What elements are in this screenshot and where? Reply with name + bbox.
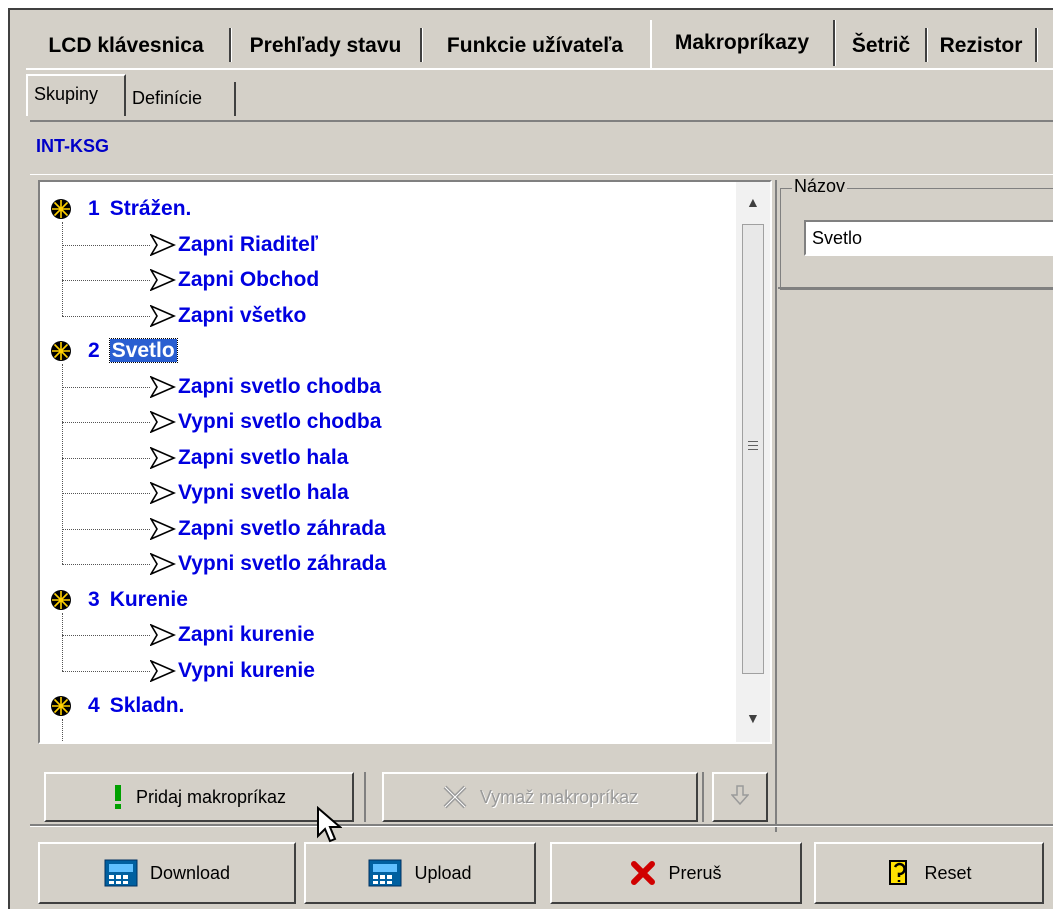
macro-arrow-icon — [149, 374, 177, 403]
red-x-icon — [630, 860, 656, 886]
sub-tabs: Skupiny Definície — [26, 74, 256, 118]
group-icon — [50, 589, 72, 616]
add-macro-label: Pridaj makropríkaz — [135, 786, 287, 807]
group-name: Svetlo — [108, 338, 178, 363]
delete-macro-button[interactable]: Vymaž makropríkaz — [382, 772, 698, 822]
tree-macro-item[interactable]: Vypni kurenie — [178, 656, 315, 686]
group-number: 2 — [88, 339, 100, 362]
macro-arrow-icon — [149, 303, 177, 332]
download-label: Download — [149, 862, 231, 883]
macro-arrow-icon — [149, 658, 177, 687]
tab-funkcie-uzivatela[interactable]: Funkcie užívateľa — [424, 24, 646, 66]
tree-macro-item[interactable]: Vypni svetlo hala — [178, 478, 349, 508]
tab-makroprikazy[interactable]: Makropríkazy — [654, 20, 830, 66]
macro-arrow-icon — [149, 623, 177, 651]
name-label: Názov — [792, 176, 848, 197]
reset-icon — [886, 858, 912, 888]
group-number: 1 — [88, 197, 100, 220]
tab-prehlady-stavu[interactable]: Prehľady stavu — [233, 24, 418, 66]
group-number: 3 — [88, 587, 100, 611]
tree-macro-item[interactable]: Zapni svetlo záhrada — [178, 514, 386, 544]
module-upload-icon — [368, 858, 402, 888]
scroll-thumb[interactable] — [742, 224, 764, 674]
tree-macro-item[interactable]: Zapni Obchod — [178, 265, 319, 295]
mouse-cursor-icon — [316, 805, 343, 851]
upload-label: Upload — [414, 862, 472, 883]
tab-definicie[interactable]: Definície — [132, 78, 202, 118]
macro-arrow-icon — [149, 268, 177, 296]
group-icon — [50, 198, 72, 225]
tree-content: 1 Strážen. Zapni Riaditeľ Zapni Obchod Zapni… — [40, 182, 734, 742]
module-download-icon — [104, 858, 138, 888]
reset-label: Reset — [924, 862, 972, 883]
upload-button[interactable]: Upload — [304, 842, 536, 904]
tab-lcd-klavesnica[interactable]: LCD klávesnica — [26, 24, 226, 66]
group-icon — [50, 695, 72, 722]
download-button[interactable]: Download — [38, 842, 296, 904]
delete-x-icon — [442, 785, 468, 809]
group-icon — [50, 340, 72, 367]
controller-banner: INT-KSG — [30, 120, 1053, 175]
macro-arrow-icon — [149, 481, 177, 509]
macro-arrow-icon — [149, 445, 177, 474]
reset-button[interactable]: Reset — [814, 842, 1044, 904]
add-macro-button[interactable]: Pridaj makropríkaz — [44, 772, 354, 822]
tree-scrollbar[interactable]: ▲ ▼ — [736, 182, 770, 742]
controller-name: INT-KSG — [36, 136, 110, 156]
tab-setric[interactable]: Šetrič — [839, 24, 923, 66]
macro-arrow-icon — [149, 410, 177, 438]
macro-arrow-icon — [149, 232, 177, 261]
down-arrow-icon — [730, 784, 750, 810]
app-window: LCD klávesnica Prehľady stavu Funkcie už… — [8, 8, 1053, 909]
tree-group-1[interactable]: 1 Strážen. — [88, 194, 191, 224]
name-panel: Názov — [778, 176, 1053, 290]
move-down-button[interactable] — [712, 772, 768, 822]
tree-macro-item[interactable]: Zapni Riaditeľ — [178, 230, 318, 260]
abort-label: Preruš — [668, 862, 722, 883]
tab-skupiny[interactable]: Skupiny — [34, 74, 98, 114]
delete-macro-label: Vymaž makropríkaz — [479, 786, 639, 807]
tree-macro-item[interactable]: Zapni svetlo hala — [178, 443, 348, 473]
name-field[interactable] — [804, 220, 1053, 256]
tree-macro-item[interactable]: Zapni svetlo chodba — [178, 372, 381, 402]
macro-arrow-icon — [149, 516, 177, 545]
group-name: Skladn. — [109, 694, 185, 717]
tree-group-3[interactable]: 3 Kurenie — [88, 585, 188, 615]
tree-macro-item[interactable]: Vypni svetlo chodba — [178, 407, 381, 437]
macro-tree[interactable]: 1 Strážen. Zapni Riaditeľ Zapni Obchod Zapni… — [38, 180, 772, 744]
tree-group-4[interactable]: 4 Skladn. — [88, 691, 184, 721]
abort-button[interactable]: Preruš — [550, 842, 802, 904]
group-name: Kurenie — [109, 587, 188, 611]
group-number: 4 — [88, 694, 100, 717]
tree-macro-item[interactable]: Vypni svetlo záhrada — [178, 549, 386, 579]
tree-macro-item[interactable]: Zapni kurenie — [178, 620, 315, 650]
tree-macro-item[interactable]: Zapni všetko — [178, 301, 306, 331]
exclamation-icon — [112, 784, 124, 810]
macro-arrow-icon — [149, 552, 177, 580]
tab-rezistor[interactable]: Rezistor — [929, 24, 1033, 66]
scroll-down-arrow-icon[interactable]: ▼ — [746, 710, 760, 726]
scroll-up-arrow-icon[interactable]: ▲ — [746, 194, 760, 210]
tree-group-2[interactable]: 2 Svetlo — [88, 336, 178, 366]
group-name: Strážen. — [109, 197, 192, 220]
